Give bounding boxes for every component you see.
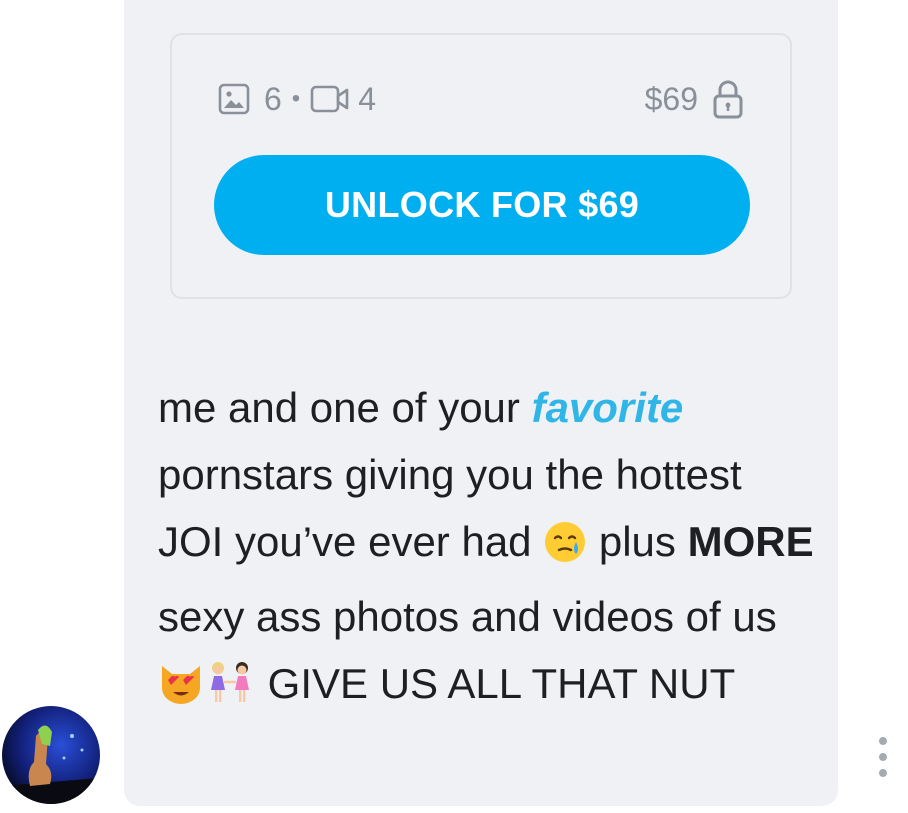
more-options-button[interactable]: [872, 737, 894, 777]
face-holding-back-tears-emoji: [543, 516, 587, 583]
message-highlight: favorite: [531, 384, 684, 431]
message-part-5: GIVE US ALL THAT NUT: [256, 660, 736, 707]
video-count: 4: [358, 81, 376, 117]
women-holding-hands-emoji: [204, 658, 256, 725]
message-part-4: sexy ass photos and videos of us: [158, 593, 777, 640]
message-bold: MORE: [687, 518, 814, 565]
video-icon: [310, 84, 350, 114]
locked-media-card: 6 • 4 $69 UNLOCK FOR $69: [170, 33, 792, 299]
message-part-3: plus: [587, 518, 688, 565]
more-dot: [879, 769, 887, 777]
message-part-1: me and one of your: [158, 384, 532, 431]
unlock-button[interactable]: UNLOCK FOR $69: [214, 155, 750, 255]
more-dot: [879, 753, 887, 761]
avatar[interactable]: [2, 706, 100, 804]
lock-icon: [712, 79, 744, 119]
price-label: $69: [644, 81, 698, 117]
media-counts: 6 • 4: [218, 79, 376, 119]
image-icon: [218, 83, 250, 115]
separator-dot: •: [291, 85, 301, 112]
heart-eyes-cat-emoji: [158, 658, 204, 725]
more-dot: [879, 737, 887, 745]
message-text: me and one of your favorite pornstars gi…: [158, 374, 818, 725]
photo-count: 6: [264, 81, 282, 117]
price-info: $69: [645, 79, 744, 119]
